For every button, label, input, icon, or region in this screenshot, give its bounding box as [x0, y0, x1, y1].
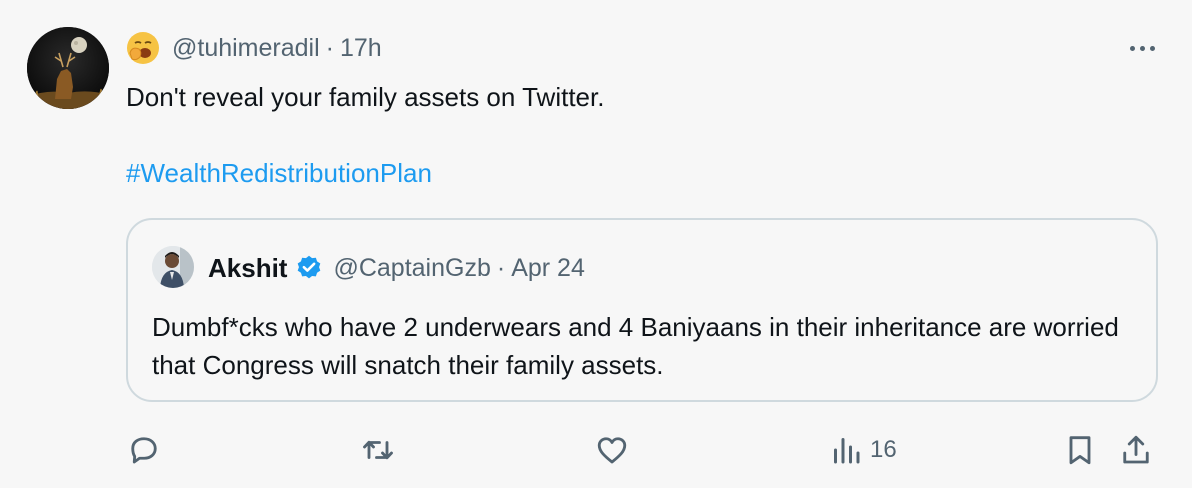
quoted-header-separator: ·: [496, 253, 506, 282]
quoted-tweet-header: Akshit @CaptainGzb · Apr 24: [208, 248, 585, 288]
author-handle[interactable]: @tuhimeradil: [172, 34, 320, 63]
analytics-icon: [834, 438, 860, 464]
retweet-button[interactable]: [360, 430, 396, 470]
yawning-face-emoji-icon: [127, 32, 159, 64]
quoted-author-name[interactable]: Akshit: [208, 253, 287, 284]
tweet-header: @tuhimeradil · 17h: [126, 30, 382, 66]
like-button[interactable]: [594, 430, 630, 470]
bookmark-button[interactable]: [1062, 430, 1098, 470]
header-separator: ·: [325, 33, 334, 62]
more-dot-icon: [1129, 45, 1135, 51]
more-dot-icon: [1149, 45, 1155, 51]
hashtag-link[interactable]: #WealthRedistributionPlan: [126, 154, 432, 192]
more-dot-icon: [1139, 45, 1145, 51]
bookmark-icon: [1069, 436, 1091, 465]
more-options-button[interactable]: [1122, 34, 1162, 62]
quoted-tweet-date[interactable]: Apr 24: [511, 254, 585, 283]
tweet[interactable]: @tuhimeradil · 17h Don't reveal your fam…: [0, 0, 1192, 488]
quoted-author-avatar[interactable]: [152, 246, 194, 288]
author-avatar[interactable]: [27, 27, 109, 109]
share-icon: [1123, 435, 1149, 464]
quoted-tweet-text: Dumbf*cks who have 2 underwears and 4 Ba…: [152, 312, 1119, 380]
verified-badge-icon: [298, 255, 321, 279]
quoted-author-handle[interactable]: @CaptainGzb: [333, 254, 490, 283]
heart-icon: [597, 437, 627, 464]
retweet-icon: [363, 440, 393, 460]
views-count: 16: [870, 436, 897, 463]
reply-icon: [131, 437, 157, 464]
tweet-time[interactable]: 17h: [340, 34, 382, 63]
reply-button[interactable]: [126, 430, 162, 470]
quoted-tweet[interactable]: Akshit @CaptainGzb · Apr 24 Dumbf*cks wh…: [126, 218, 1158, 402]
tweet-text: Don't reveal your family assets on Twitt…: [126, 82, 605, 112]
share-button[interactable]: [1118, 430, 1154, 470]
tweet-action-bar: 16: [126, 430, 1166, 470]
views-button[interactable]: 16: [828, 430, 897, 470]
